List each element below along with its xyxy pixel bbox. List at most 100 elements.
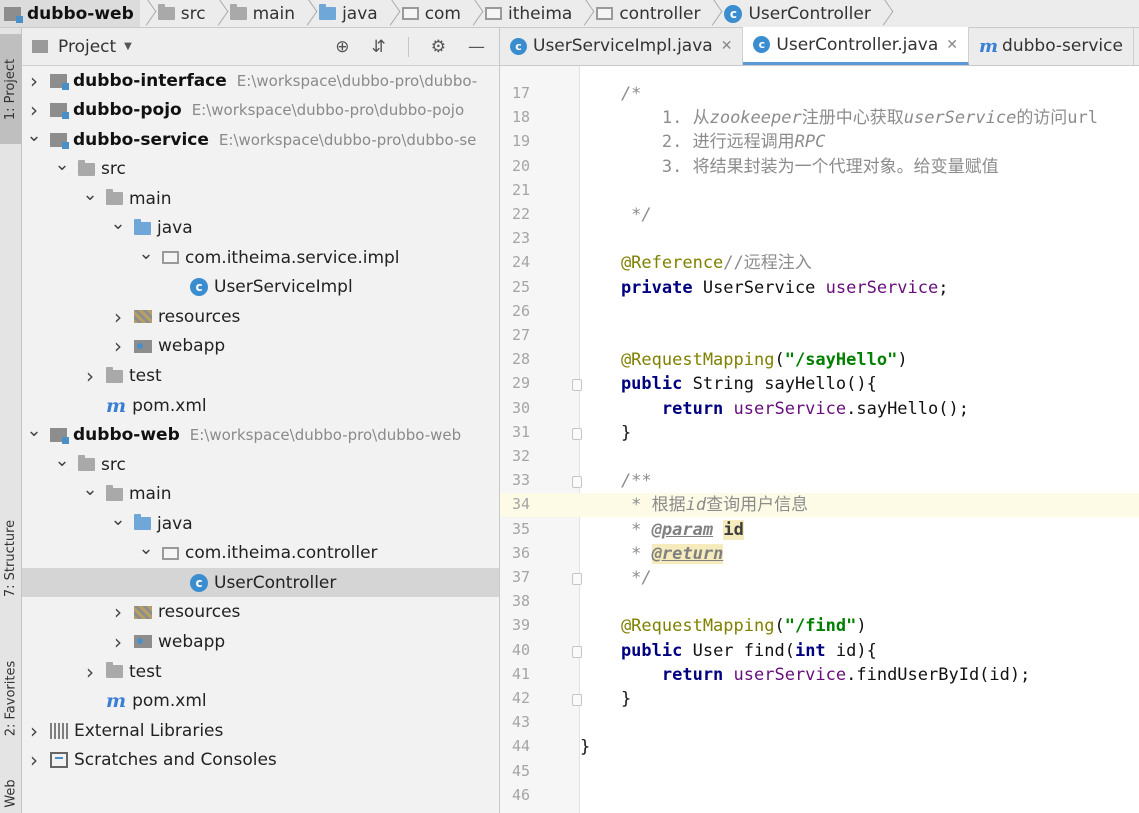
tree-node[interactable]: ⌄ com.itheima.service.impl bbox=[22, 243, 499, 272]
expand-down-icon[interactable]: ⌄ bbox=[138, 540, 154, 558]
code-line: @Reference//远程注入 bbox=[580, 251, 1139, 275]
tree-node-label: pom.xml bbox=[132, 395, 207, 416]
tree-node[interactable]: › test bbox=[22, 657, 499, 686]
expand-right-icon[interactable]: › bbox=[82, 660, 98, 684]
code-token: */ bbox=[580, 205, 652, 225]
breadcrumb-item[interactable]: com bbox=[394, 0, 467, 27]
expand-down-icon[interactable]: ⌄ bbox=[54, 451, 70, 469]
tree-node-label: resources bbox=[158, 306, 241, 327]
package-icon bbox=[401, 7, 419, 20]
tree-node[interactable]: ›cUserServiceImpl bbox=[22, 273, 499, 302]
code-area[interactable]: /* 1. 从zookeeper注册中心获取userService的访问url … bbox=[580, 66, 1139, 813]
project-tool-tab-label: 1: Project bbox=[3, 58, 19, 120]
tree-node-label: External Libraries bbox=[74, 720, 224, 741]
expand-right-icon[interactable]: › bbox=[26, 98, 42, 122]
expand-right-icon[interactable]: › bbox=[26, 719, 42, 743]
project-tool-tab[interactable]: 1: Project bbox=[0, 34, 22, 144]
breadcrumb-item[interactable]: c UserController bbox=[716, 0, 876, 27]
expand-right-icon[interactable]: › bbox=[110, 334, 126, 358]
collapse-all-icon[interactable]: ⇵ bbox=[372, 37, 386, 57]
folder-icon bbox=[106, 189, 123, 206]
project-panel-title[interactable]: Project bbox=[58, 37, 116, 57]
editor-tab-label: UserServiceImpl.java bbox=[533, 36, 713, 56]
expand-down-icon[interactable]: ⌄ bbox=[54, 156, 70, 174]
tree-node[interactable]: ⌄ java bbox=[22, 509, 499, 538]
folder-icon bbox=[106, 484, 123, 501]
line-number: 37 bbox=[511, 568, 530, 586]
code-token: @return bbox=[651, 543, 724, 564]
tree-node[interactable]: ⌄ dubbo-web E:\workspace\dubbo-pro\dubbo-w… bbox=[22, 421, 499, 450]
breadcrumb: dubbo-web src main java com itheima controller… bbox=[0, 0, 1139, 28]
folder-icon bbox=[157, 4, 175, 20]
tree-node[interactable]: ›mpom.xml bbox=[22, 391, 499, 420]
expand-right-icon[interactable]: › bbox=[110, 600, 126, 624]
project-view-icon bbox=[32, 40, 48, 53]
code-token: } bbox=[580, 737, 591, 758]
package-icon bbox=[596, 7, 614, 20]
expand-down-icon[interactable]: ⌄ bbox=[138, 244, 154, 262]
expand-right-icon[interactable]: › bbox=[110, 305, 126, 329]
favorites-tool-tab[interactable]: 2: Favorites bbox=[0, 638, 22, 758]
tree-node[interactable]: ⌄ com.itheima.controller bbox=[22, 539, 499, 568]
tree-node[interactable]: › dubbo-interface E:\workspace\dubbo-pro\d… bbox=[22, 66, 499, 95]
locate-target-icon[interactable]: ⊕ bbox=[335, 37, 349, 57]
tree-node[interactable]: ›cUserController bbox=[22, 568, 499, 598]
line-number: 32 bbox=[511, 447, 530, 465]
expand-right-icon[interactable]: › bbox=[110, 630, 126, 654]
close-icon[interactable]: ✕ bbox=[721, 38, 733, 54]
tree-node[interactable]: › resources bbox=[22, 302, 499, 331]
code-line: 2. 进行远程调用RPC bbox=[580, 130, 1139, 154]
tree-node[interactable]: ⌄ main bbox=[22, 184, 499, 213]
tree-node[interactable]: › resources bbox=[22, 598, 499, 627]
tree-node[interactable]: › Scratches and Consoles bbox=[22, 746, 499, 775]
code-token: userService bbox=[733, 398, 847, 419]
tree-node[interactable]: ⌄ dubbo-service E:\workspace\dubbo-pro\dub… bbox=[22, 125, 499, 154]
tree-node[interactable]: › webapp bbox=[22, 332, 499, 361]
tree-node-label: main bbox=[129, 188, 172, 209]
breadcrumb-item[interactable]: controller bbox=[588, 0, 706, 27]
expand-down-icon[interactable]: ⌄ bbox=[110, 215, 126, 233]
module-icon bbox=[50, 103, 69, 120]
editor-tab-label: dubbo-service bbox=[1002, 36, 1123, 56]
expand-right-icon[interactable]: › bbox=[82, 364, 98, 388]
tree-node[interactable]: ⌄ src bbox=[22, 155, 499, 184]
editor-tab[interactable]: c UserController.java ✕ bbox=[743, 27, 969, 65]
tree-node[interactable]: ⌄ src bbox=[22, 450, 499, 479]
breadcrumb-item[interactable]: itheima bbox=[477, 0, 578, 27]
view-dropdown-icon[interactable]: ▼ bbox=[124, 41, 132, 52]
web-tool-tab[interactable]: Web bbox=[0, 773, 22, 813]
code-line: * 根据id查询用户信息 bbox=[580, 493, 1139, 518]
editor-tab[interactable]: m dubbo-service bbox=[969, 27, 1134, 65]
expand-right-icon[interactable]: › bbox=[26, 748, 42, 772]
breadcrumb-item[interactable]: java bbox=[311, 0, 384, 27]
close-icon[interactable]: ✕ bbox=[946, 37, 958, 53]
code-editor: c UserServiceImpl.java ✕ c UserController.ja… bbox=[500, 27, 1139, 813]
editor-tab[interactable]: c UserServiceImpl.java ✕ bbox=[500, 27, 744, 65]
gear-icon[interactable]: ⚙ bbox=[431, 37, 446, 57]
expand-down-icon[interactable]: ⌄ bbox=[26, 126, 42, 144]
expand-down-icon[interactable]: ⌄ bbox=[82, 185, 98, 203]
tree-node[interactable]: ⌄ java bbox=[22, 214, 499, 243]
tree-node[interactable]: › webapp bbox=[22, 627, 499, 656]
breadcrumb-item[interactable]: src bbox=[150, 0, 212, 27]
expand-right-icon[interactable]: › bbox=[26, 69, 42, 93]
tree-node[interactable]: › dubbo-pojo E:\workspace\dubbo-pro\dubbo-… bbox=[22, 96, 499, 125]
code-token: * bbox=[580, 519, 652, 540]
class-icon: c bbox=[510, 37, 527, 55]
expand-down-icon[interactable]: ⌄ bbox=[110, 510, 126, 528]
code-token: */ bbox=[580, 568, 652, 588]
code-token: 的访问url bbox=[1016, 108, 1099, 129]
tree-node[interactable]: ›mpom.xml bbox=[22, 687, 499, 716]
tree-node[interactable]: ⌄ main bbox=[22, 480, 499, 509]
structure-tool-tab[interactable]: 7: Structure bbox=[0, 498, 22, 618]
expand-down-icon[interactable]: ⌄ bbox=[26, 422, 42, 440]
breadcrumb-item[interactable]: main bbox=[222, 0, 301, 27]
editor-tab-label: UserController.java bbox=[776, 34, 939, 55]
line-number: 43 bbox=[511, 713, 530, 732]
code-line: 1. 从zookeeper注册中心获取userService的访问url bbox=[580, 106, 1139, 130]
hide-panel-icon[interactable]: — bbox=[468, 37, 485, 57]
expand-down-icon[interactable]: ⌄ bbox=[82, 481, 98, 499]
tree-node[interactable]: › External Libraries bbox=[22, 716, 499, 745]
breadcrumb-item[interactable]: dubbo-web bbox=[0, 0, 140, 27]
tree-node[interactable]: › test bbox=[22, 362, 499, 391]
